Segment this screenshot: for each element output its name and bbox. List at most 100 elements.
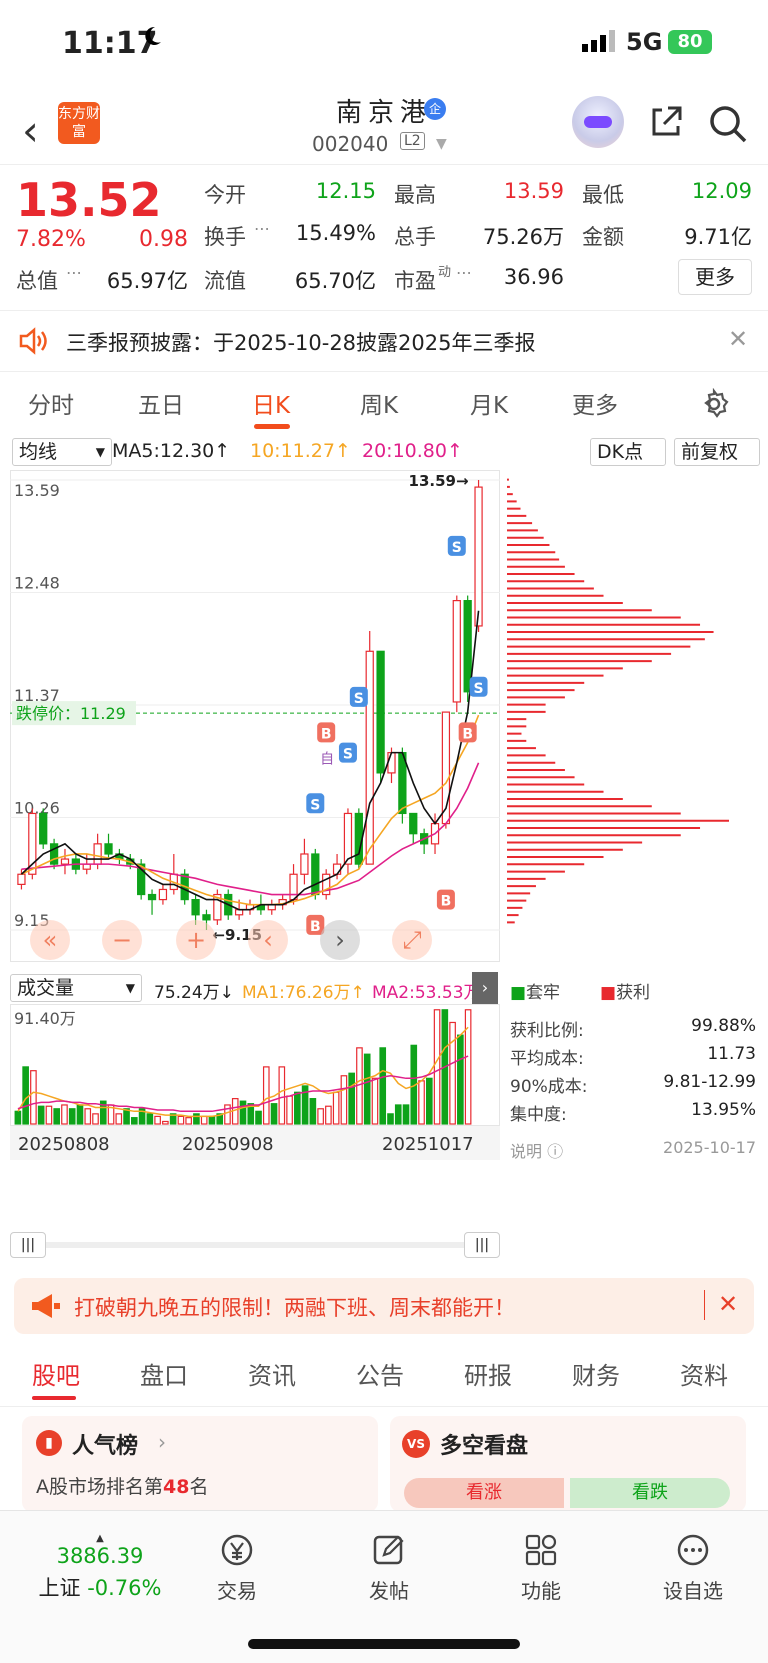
volume-bar	[45, 1105, 53, 1125]
volume-bar	[457, 1034, 464, 1125]
tab-monthly-k[interactable]: 月K	[470, 386, 508, 420]
stat-note[interactable]: 说明 ⓘ 2025-10-17	[510, 1138, 756, 1166]
bullish-button[interactable]: 看涨	[404, 1478, 564, 1508]
amount-value: 9.71亿	[684, 225, 752, 249]
close-icon[interactable]: ✕	[718, 1290, 738, 1318]
robot-assistant-icon[interactable]	[572, 96, 624, 148]
signal-letter: B	[441, 894, 452, 910]
close-icon[interactable]: ✕	[728, 325, 748, 353]
gear-icon[interactable]	[698, 388, 730, 420]
info-icon[interactable]: ⋯	[66, 263, 82, 282]
share-icon[interactable]	[648, 104, 684, 140]
stat-avg-cost: 平均成本: 11.73	[510, 1044, 756, 1072]
volume-y-max: 91.40万	[14, 1009, 76, 1028]
volume-ma1: MA1:76.26万↑	[242, 983, 365, 1003]
volume-bar	[76, 1104, 84, 1125]
adjust-label: 前复权	[681, 441, 739, 463]
turnover-label: 换手	[204, 225, 246, 249]
chevron-left-icon[interactable]: ‹	[248, 920, 288, 960]
open-label: 今开	[204, 183, 246, 207]
promo-banner[interactable]: 打破朝九晚五的限制！两融下班、周末都能开！ ✕	[14, 1278, 754, 1334]
scroller-right-handle[interactable]: |||	[464, 1232, 500, 1258]
auto-marker: 自	[320, 752, 334, 768]
nav-add-watchlist[interactable]: 设自选	[638, 1533, 748, 1604]
dk-point-button[interactable]: DK点	[590, 438, 666, 466]
adjust-button[interactable]: 前复权	[674, 438, 760, 466]
info-icon[interactable]: ⋯	[254, 219, 270, 238]
high-value: 13.59	[503, 179, 564, 203]
search-icon[interactable]	[708, 104, 748, 144]
chevron-right-icon[interactable]: ›	[320, 920, 360, 960]
long-short-card[interactable]: VS 多空看盘 看涨 看跌	[390, 1416, 746, 1512]
tab-finance[interactable]: 财务	[572, 1356, 620, 1391]
candle-body	[365, 650, 374, 865]
popular-rank-line: A股市场排名第48名	[36, 1472, 208, 1499]
volume-bar	[68, 1108, 76, 1125]
candle-body	[300, 853, 309, 875]
candle-body	[343, 812, 353, 865]
expand-icon[interactable]: ⤢	[392, 920, 432, 960]
tab-weekly-k[interactable]: 周K	[360, 386, 398, 420]
tab-announcement[interactable]: 公告	[356, 1356, 404, 1391]
ma5-label: MA5:12.30↑	[112, 440, 231, 462]
candle-body	[474, 486, 483, 627]
y-tick-label: 10.26	[14, 799, 60, 818]
amount-label: 金额	[582, 225, 624, 249]
chart-range-scroller[interactable]: ||| |||	[10, 1232, 500, 1258]
network-label: 5G	[626, 28, 663, 56]
volume-header: 成交量 ▼ 75.24万↓ MA1:76.26万↑ MA2:53.53万 ›	[10, 972, 500, 1004]
popular-card[interactable]: ▮ 人气榜 › A股市场排名第48名	[22, 1416, 378, 1512]
volume-bar	[340, 1075, 348, 1125]
volume-bar	[363, 1053, 371, 1125]
zoom-out-icon[interactable]: −	[102, 920, 142, 960]
bearish-button[interactable]: 看跌	[570, 1478, 730, 1508]
tab-daily-k[interactable]: 日K	[252, 386, 290, 420]
ma20-value: 20:10.80	[362, 440, 447, 462]
index-pct: -0.76%	[87, 1576, 162, 1600]
chevron-down-icon[interactable]: ▼	[436, 136, 447, 152]
stat-90-cost: 90%成本: 9.81-12.99	[510, 1072, 756, 1100]
quote-panel: 13.52 7.82% 0.98 今开 12.15 最高 13.59 最低 12…	[0, 164, 768, 305]
nav-functions[interactable]: 功能	[486, 1533, 596, 1604]
volume-bar	[286, 1095, 293, 1125]
more-button[interactable]: 更多	[678, 259, 752, 295]
active-tab-indicator	[32, 1396, 76, 1400]
grid-icon	[525, 1534, 557, 1566]
stat-label: 90%成本:	[510, 1077, 588, 1097]
volume-bar	[371, 1077, 379, 1125]
indicator-select[interactable]: 均线 ▼	[12, 438, 112, 466]
nav-trade[interactable]: 交易	[182, 1533, 292, 1604]
nav-post[interactable]: 发帖	[334, 1533, 444, 1604]
volume-select[interactable]: 成交量 ▼	[10, 974, 142, 1002]
zoom-in-icon[interactable]: +	[176, 920, 216, 960]
volume-bar	[433, 1009, 441, 1125]
index-quote[interactable]: ▲ 3886.39 上证 -0.76%	[30, 1533, 170, 1602]
notice-bar[interactable]: 三季报预披露：于2025-10-28披露2025年三季报 ✕	[0, 310, 768, 372]
legend-profit-label: 获利	[616, 983, 651, 1003]
chevron-right-icon[interactable]: ›	[472, 972, 498, 1004]
volume-bar	[309, 1098, 317, 1125]
legend-trapped: ■套牢	[510, 983, 561, 1003]
tab-more[interactable]: 更多	[572, 386, 618, 420]
enterprise-badge: 企	[424, 98, 446, 120]
tab-five-day[interactable]: 五日	[138, 386, 184, 420]
tab-pankou[interactable]: 盘口	[140, 1356, 188, 1391]
scroller-left-handle[interactable]: |||	[10, 1232, 46, 1258]
tab-profile[interactable]: 资料	[680, 1356, 728, 1391]
info-icon[interactable]: ⋯	[456, 263, 472, 282]
level2-badge[interactable]: L2	[400, 132, 425, 150]
tab-guba[interactable]: 股吧	[32, 1356, 80, 1391]
signal-letter: S	[474, 681, 484, 697]
volume-bar	[294, 1091, 301, 1125]
volume-bar	[278, 1066, 286, 1125]
scroller-track	[10, 1242, 500, 1248]
rewind-icon[interactable]: «	[30, 920, 70, 960]
kline-tabs: 分时 五日 日K 周K 月K 更多	[0, 376, 768, 436]
tab-research[interactable]: 研报	[464, 1356, 512, 1391]
stock-header: ‹ 东方财富 南京港 企 002040 L2 ▼	[0, 88, 768, 164]
kline-chart[interactable]: 13.5912.4811.3710.269.15跌停价：11.2913.59→←…	[10, 470, 500, 962]
tab-news[interactable]: 资讯	[248, 1356, 296, 1391]
volume-label: 总手	[394, 225, 436, 249]
tab-intraday[interactable]: 分时	[28, 386, 74, 420]
vs-icon: VS	[402, 1430, 430, 1458]
